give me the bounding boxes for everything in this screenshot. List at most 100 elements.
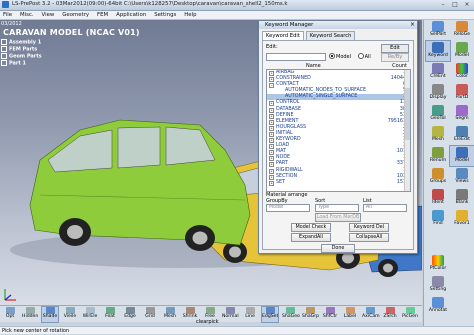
edit-input[interactable] — [266, 53, 326, 61]
zsrch-button[interactable]: ZSrch — [382, 307, 398, 322]
label-button[interactable]: Label — [342, 307, 358, 322]
creent-button[interactable]: CreEnt — [426, 62, 450, 82]
geotol-icon — [432, 105, 444, 116]
geotol-button[interactable]: GeoTol — [426, 104, 450, 124]
reby-button[interactable]: Re/By — [381, 53, 409, 62]
vieile-button[interactable]: Vieile — [62, 307, 78, 322]
expand-icon[interactable] — [1, 46, 7, 52]
normal-button[interactable]: Normal — [222, 307, 239, 322]
list-scrollbar[interactable] — [404, 70, 410, 191]
menu-geometry[interactable]: Geometry — [59, 11, 92, 19]
edit-label: Edit: — [266, 44, 278, 50]
menu-misc[interactable]: Misc. — [17, 11, 37, 19]
favor1-button[interactable]: Favor1 — [450, 209, 474, 229]
axis-triad-icon — [4, 289, 16, 301]
scope-radio-group: Model All — [329, 53, 376, 60]
shfctr-button[interactable]: ShfCtr — [322, 307, 338, 322]
relogeo-button[interactable]: ReloGe — [450, 20, 474, 40]
groups-button[interactable]: Groups — [426, 167, 450, 187]
segm-button[interactable]: Segm — [450, 104, 474, 124]
hidden-button[interactable]: Hidden — [22, 307, 38, 322]
keyword-icon — [432, 42, 444, 53]
menu-help[interactable]: Help — [181, 11, 199, 19]
picgen-button[interactable]: PicGen — [402, 307, 418, 322]
setting-button[interactable]: Setting — [426, 275, 450, 295]
keyword-del-button[interactable]: Keyword Del — [349, 223, 389, 232]
shade-button[interactable]: Shade — [41, 306, 59, 323]
dialog-close-icon[interactable]: × — [410, 21, 415, 29]
tab-keyword-edit[interactable]: Keyword Edit — [262, 31, 304, 40]
radio-all[interactable]: All — [357, 53, 371, 60]
display-icon — [432, 84, 444, 95]
right-toolbar: SelPart ReloGe Keyword Model CreEnt Colo… — [423, 20, 474, 327]
ident-button[interactable]: Ident — [426, 188, 450, 208]
edit-button[interactable]: Edit — [381, 44, 409, 53]
partd-button[interactable]: PartD — [450, 83, 474, 103]
color-button[interactable]: Color — [450, 62, 474, 82]
collapse-all-button[interactable]: CollapseAll — [349, 233, 389, 242]
sort-select[interactable]: Type — [315, 204, 359, 212]
menu-view[interactable]: View — [39, 11, 58, 19]
axicam-icon — [365, 307, 375, 314]
list-item[interactable]: + SET 151 — [267, 180, 410, 186]
keyword-button[interactable]: Keyword — [425, 40, 451, 62]
model-check-button[interactable]: Model Check — [291, 223, 331, 232]
grid-button[interactable]: Grid — [142, 307, 158, 322]
edge-button[interactable]: Edge — [122, 307, 138, 322]
load-from-merdb-button[interactable]: Load From MerDB — [315, 213, 361, 222]
close-icon[interactable]: × — [462, 1, 472, 8]
clearpick-hint[interactable]: clearpick — [196, 319, 219, 325]
model-button[interactable]: Model — [450, 41, 474, 61]
grid-icon — [145, 307, 155, 314]
axicam-button[interactable]: AxiCam — [362, 307, 380, 322]
list-select[interactable]: All — [363, 204, 407, 212]
expand-icon[interactable] — [1, 60, 7, 66]
tab-keyword-search[interactable]: Keyword Search — [305, 31, 356, 40]
graphics-viewport[interactable]: 03/2012 CARAVAN MODEL (NCAC V01) Assembl… — [0, 20, 422, 305]
radio-model[interactable]: Model — [329, 53, 351, 60]
blank-button[interactable]: Blank — [450, 188, 474, 208]
shageo-button[interactable]: ShaGeo — [282, 307, 300, 322]
groups-icon — [432, 168, 444, 179]
expand-all-button[interactable]: ExpandAll — [291, 233, 331, 242]
mesh-view-button[interactable]: Mesh — [162, 307, 178, 322]
annotat-button[interactable]: Annotat — [426, 296, 450, 316]
shagrp-button[interactable]: ShaGrp — [302, 307, 319, 322]
selpart-button[interactable]: SelPart — [426, 20, 450, 40]
line-button[interactable]: Line — [242, 307, 258, 322]
scroll-thumb[interactable] — [405, 88, 410, 140]
tree-item[interactable]: Geom Parts — [1, 53, 42, 60]
find-button[interactable]: Find — [426, 209, 450, 229]
views-button[interactable]: Views — [450, 167, 474, 187]
favor1-icon — [456, 210, 468, 221]
done-button[interactable]: Done — [321, 244, 355, 253]
menu-application[interactable]: Application — [113, 11, 149, 19]
tree-item[interactable]: FEM Parts — [1, 46, 42, 53]
model-button-2[interactable]: Model — [449, 145, 474, 167]
menu-file[interactable]: File — [0, 11, 15, 19]
ptcolor-button[interactable]: PtColor — [426, 254, 450, 274]
selpart-icon — [432, 21, 444, 32]
display-button[interactable]: Display — [426, 83, 450, 103]
opt-button[interactable]: Opt — [2, 307, 18, 322]
tree-item[interactable]: Assembly 1 — [1, 39, 42, 46]
menu-fem[interactable]: FEM — [94, 11, 111, 19]
mesh-button[interactable]: Mesh — [426, 125, 450, 145]
maximize-icon[interactable]: □ — [450, 1, 460, 8]
expand-icon[interactable] — [1, 39, 7, 45]
minimize-icon[interactable]: – — [438, 1, 448, 8]
expand-icon[interactable] — [1, 53, 7, 59]
feat-icon — [105, 307, 115, 314]
views-icon — [456, 168, 468, 179]
eleedit-icon — [456, 126, 468, 137]
edgset-button[interactable]: EdgSet — [261, 306, 279, 323]
renum-button[interactable]: Renum — [426, 146, 450, 166]
groupby-select[interactable]: Model — [266, 204, 310, 212]
tree-item[interactable]: Part 1 — [1, 60, 42, 67]
keyword-list[interactable]: +AIRBAG1 +CONSTRAINED14044 −CONTACT6 AUT… — [266, 69, 411, 192]
annotat-icon — [432, 297, 444, 308]
wirele-button[interactable]: WirEle — [82, 307, 98, 322]
menu-settings[interactable]: Settings — [151, 11, 179, 19]
eleedit-button[interactable]: EleEdit — [450, 125, 474, 145]
feat-button[interactable]: Feat — [102, 307, 118, 322]
